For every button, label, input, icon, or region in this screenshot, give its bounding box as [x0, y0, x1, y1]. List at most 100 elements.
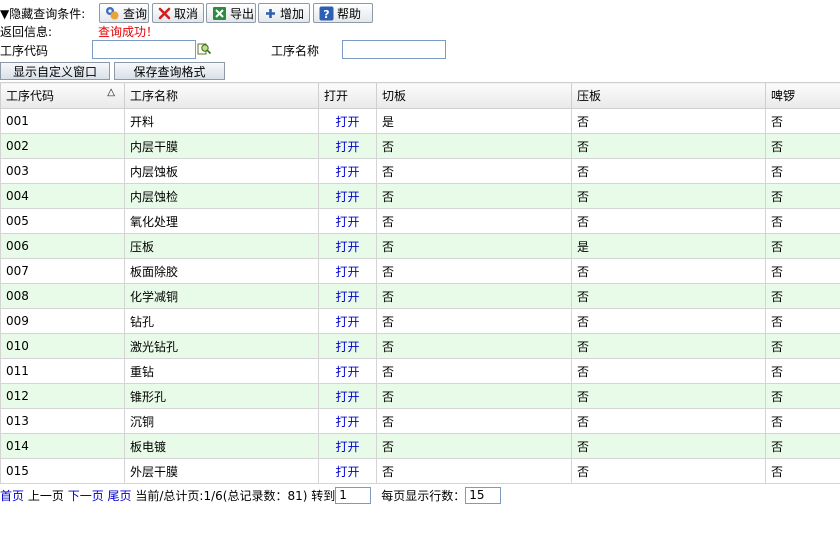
- cell-punch-route: 否: [765, 133, 840, 159]
- cell-process-name: 内层蚀检: [124, 183, 319, 209]
- table-row[interactable]: 004 内层蚀检 打开否否否: [0, 183, 840, 209]
- table-row[interactable]: 002 内层干膜 打开否否否: [0, 133, 840, 159]
- cell-cut-board: 否: [376, 333, 572, 359]
- query-button[interactable]: 查询: [99, 3, 149, 23]
- rows-per-page-input[interactable]: [465, 486, 502, 504]
- cell-process-name: 开料: [124, 108, 319, 134]
- open-link[interactable]: 打开: [318, 458, 377, 484]
- table-row[interactable]: 011 重钻 打开否否否: [0, 358, 840, 384]
- cell-punch-route: 否: [765, 108, 840, 134]
- open-link[interactable]: 打开: [318, 258, 377, 284]
- open-link[interactable]: 打开: [318, 283, 377, 309]
- cell-cut-board: 否: [376, 258, 572, 284]
- goto-page-input[interactable]: [335, 486, 372, 504]
- cell-punch-route: 否: [765, 158, 840, 184]
- table-row[interactable]: 013 沉铜 打开否否否: [0, 408, 840, 434]
- prev-page-link[interactable]: 上一页: [28, 487, 64, 504]
- header-punch-route[interactable]: 啤锣: [765, 82, 840, 109]
- query-label: 查询: [123, 6, 148, 21]
- show-custom-window-button[interactable]: 显示自定义窗口: [0, 62, 110, 80]
- table-row[interactable]: 009 钻孔 打开否否否: [0, 308, 840, 334]
- cancel-label: 取消: [174, 6, 199, 21]
- cell-press-board: 否: [571, 333, 766, 359]
- return-info-message: 查询成功！: [98, 25, 159, 39]
- rows-per-page-label: 每页显示行数：: [381, 488, 466, 503]
- process-code-input[interactable]: [92, 40, 196, 59]
- next-page-link[interactable]: 下一页: [68, 487, 104, 504]
- table-row[interactable]: 010 激光钻孔 打开否否否: [0, 333, 840, 359]
- cell-process-name: 板电镀: [124, 433, 319, 459]
- cell-process-code: 008: [0, 283, 125, 309]
- cell-process-code: 013: [0, 408, 125, 434]
- lookup-icon[interactable]: [197, 41, 212, 56]
- open-link[interactable]: 打开: [318, 383, 377, 409]
- open-link[interactable]: 打开: [318, 108, 377, 134]
- table-row[interactable]: 005 氧化处理 打开否否否: [0, 208, 840, 234]
- header-process-name[interactable]: 工序名称: [124, 82, 319, 109]
- cell-press-board: 否: [571, 458, 766, 484]
- sort-asc-icon: △: [107, 87, 115, 98]
- cell-process-name: 氧化处理: [124, 208, 319, 234]
- table-row[interactable]: 012 锥形孔 打开否否否: [0, 383, 840, 409]
- cell-process-name: 板面除胶: [124, 258, 319, 284]
- cell-cut-board: 否: [376, 158, 572, 184]
- process-name-input[interactable]: [342, 40, 446, 59]
- cell-punch-route: 否: [765, 258, 840, 284]
- cell-process-code: 006: [0, 233, 125, 259]
- cell-cut-board: 否: [376, 208, 572, 234]
- last-page-link[interactable]: 尾页: [108, 487, 132, 504]
- hide-query-toggle[interactable]: ▼隐藏查询条件:: [0, 5, 85, 22]
- open-link[interactable]: 打开: [318, 408, 377, 434]
- cell-process-name: 锥形孔: [124, 383, 319, 409]
- cell-punch-route: 否: [765, 358, 840, 384]
- cell-press-board: 否: [571, 358, 766, 384]
- open-link[interactable]: 打开: [318, 433, 377, 459]
- open-link[interactable]: 打开: [318, 233, 377, 259]
- table-row[interactable]: 008 化学减铜 打开否否否: [0, 283, 840, 309]
- table-row[interactable]: 007 板面除胶 打开否否否: [0, 258, 840, 284]
- first-page-link[interactable]: 首页: [0, 487, 24, 504]
- cell-press-board: 否: [571, 183, 766, 209]
- open-link[interactable]: 打开: [318, 183, 377, 209]
- open-link[interactable]: 打开: [318, 208, 377, 234]
- header-press-board[interactable]: 压板: [571, 82, 766, 109]
- cell-press-board: 否: [571, 408, 766, 434]
- cell-process-code: 002: [0, 133, 125, 159]
- open-link[interactable]: 打开: [318, 333, 377, 359]
- cell-press-board: 否: [571, 433, 766, 459]
- cell-punch-route: 否: [765, 408, 840, 434]
- table-row[interactable]: 014 板电镀 打开否否否: [0, 433, 840, 459]
- plus-icon: [264, 6, 277, 21]
- cell-press-board: 否: [571, 133, 766, 159]
- cell-process-code: 011: [0, 358, 125, 384]
- cell-cut-board: 否: [376, 283, 572, 309]
- save-query-format-button[interactable]: 保存查询格式: [114, 62, 225, 80]
- cell-process-code: 001: [0, 108, 125, 134]
- cell-process-code: 004: [0, 183, 125, 209]
- cell-punch-route: 否: [765, 433, 840, 459]
- open-link[interactable]: 打开: [318, 133, 377, 159]
- cell-cut-board: 否: [376, 358, 572, 384]
- header-cut-board[interactable]: 切板: [376, 82, 572, 109]
- header-process-code[interactable]: 工序代码 △: [0, 82, 125, 109]
- cell-press-board: 否: [571, 158, 766, 184]
- table-header-row: 工序代码 △ 工序名称 打开 切板 压板 啤锣: [0, 82, 840, 109]
- export-button[interactable]: 导出: [206, 3, 256, 23]
- open-link[interactable]: 打开: [318, 358, 377, 384]
- header-open[interactable]: 打开: [318, 82, 377, 109]
- add-label: 增加: [280, 6, 305, 21]
- table-row[interactable]: 015 外层干膜 打开否否否: [0, 458, 840, 484]
- cell-press-board: 否: [571, 283, 766, 309]
- table-row[interactable]: 003 内层蚀板 打开否否否: [0, 158, 840, 184]
- table-row[interactable]: 006 压板 打开否是否: [0, 233, 840, 259]
- cancel-button[interactable]: 取消: [152, 3, 204, 23]
- open-link[interactable]: 打开: [318, 308, 377, 334]
- process-code-label: 工序代码: [0, 44, 49, 58]
- process-name-label: 工序名称: [271, 44, 320, 58]
- cell-punch-route: 否: [765, 383, 840, 409]
- help-button[interactable]: ? 帮助: [313, 3, 373, 23]
- add-button[interactable]: 增加: [258, 3, 310, 23]
- cell-punch-route: 否: [765, 208, 840, 234]
- table-row[interactable]: 001 开料 打开是否否: [0, 108, 840, 134]
- open-link[interactable]: 打开: [318, 158, 377, 184]
